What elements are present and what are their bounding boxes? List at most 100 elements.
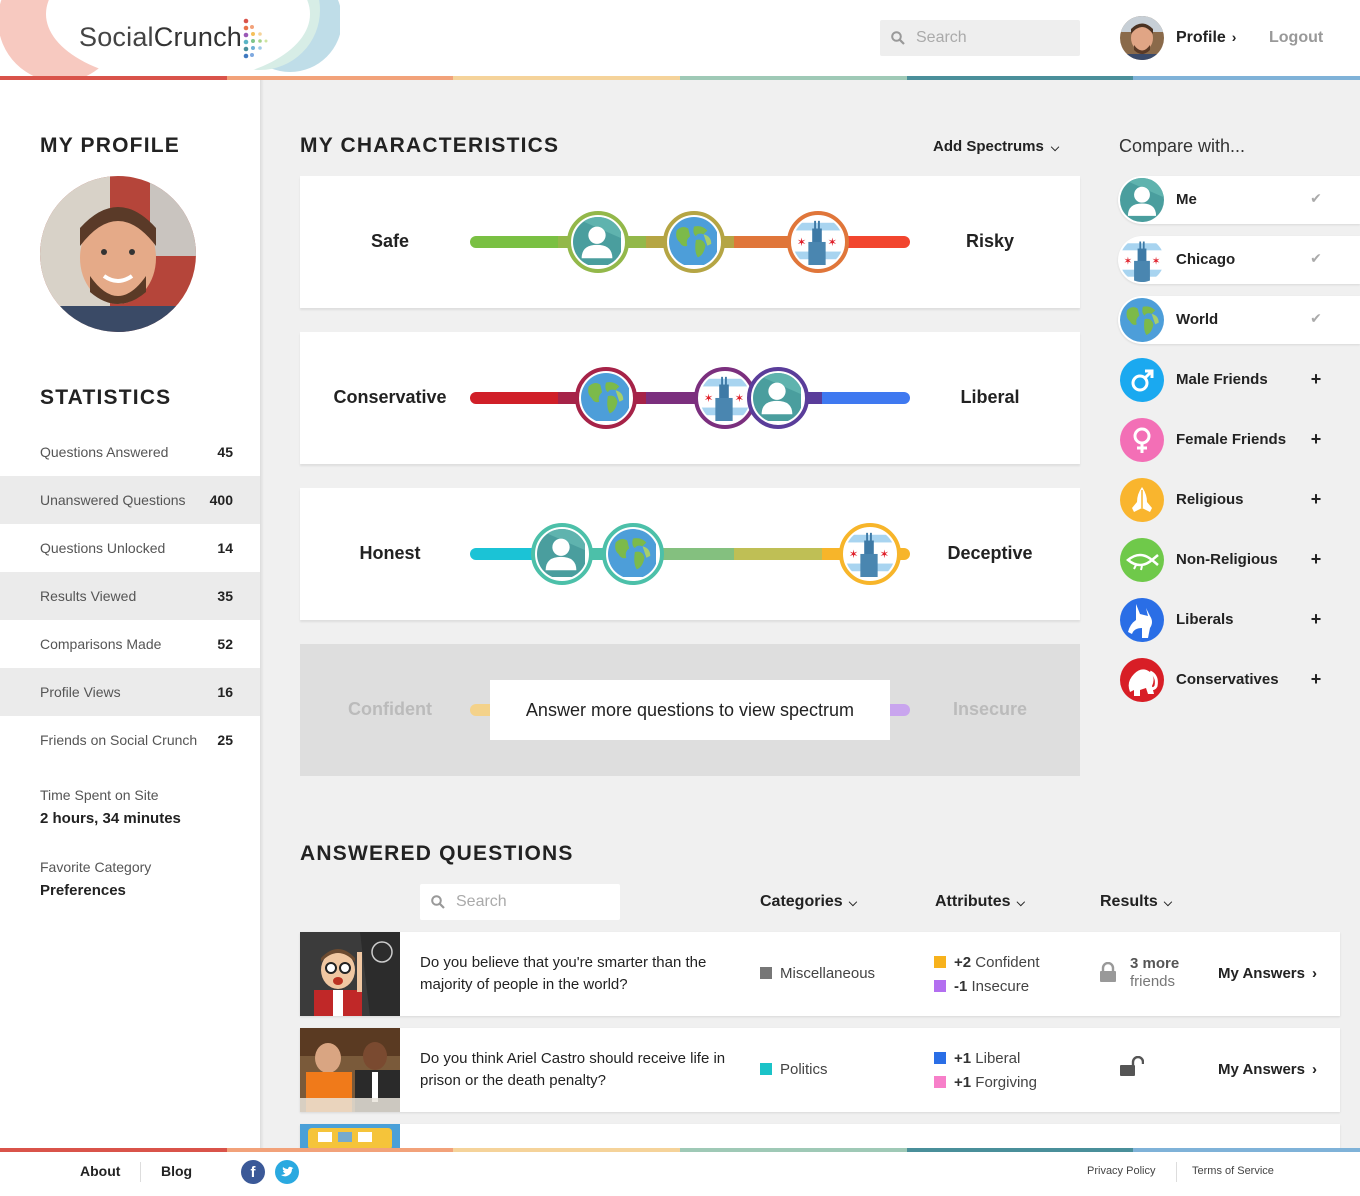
logo-dots-icon (243, 18, 268, 59)
compare-item[interactable]: Male Friends + (1118, 356, 1360, 404)
me-marker[interactable] (747, 367, 809, 429)
results-filter[interactable]: Results ⌵ (1100, 893, 1172, 911)
user-icon (572, 217, 623, 267)
rainbow-segment (1133, 1148, 1360, 1152)
lock-icon (1100, 962, 1116, 982)
chevron-down-icon: ⌵ (1050, 142, 1060, 154)
questions-search-input[interactable]: Search (420, 884, 620, 920)
compare-item-label: Female Friends (1176, 431, 1287, 448)
characteristics-heading: MY CHARACTERISTICS (300, 134, 560, 157)
about-link[interactable]: About (80, 1163, 120, 1179)
stat-label: Friends on Social Crunch (40, 732, 198, 748)
compare-item[interactable]: Religious + (1118, 476, 1360, 524)
svg-text:✶: ✶ (796, 235, 806, 249)
me-marker[interactable] (566, 211, 629, 273)
chicago-marker[interactable]: ✶ ✶ (839, 523, 902, 585)
filter-label: Categories (760, 893, 843, 910)
blog-link[interactable]: Blog (161, 1163, 192, 1179)
spectrum-right-label: Insecure (952, 699, 1028, 719)
plus-icon[interactable]: + (1308, 669, 1324, 689)
svg-text:✶: ✶ (1152, 255, 1161, 267)
compare-item[interactable]: Non-Religious + (1118, 536, 1360, 584)
globe-icon (669, 217, 719, 267)
question-thumbnail (300, 932, 400, 1016)
attribute-delta: +1 (954, 1074, 972, 1091)
search-icon (431, 895, 445, 909)
attribute-swatch (934, 1076, 946, 1088)
chevron-right-icon: › (1311, 1061, 1317, 1078)
plus-icon[interactable]: + (1308, 609, 1324, 629)
attribute-delta: -1 (954, 978, 968, 995)
spectrum-left-label: Conservative (333, 387, 447, 407)
question-attribute: +2 Confident (934, 954, 1040, 971)
stat-row: Questions Answered 45 (0, 428, 260, 476)
my-answers-link[interactable]: My Answers › (1218, 1061, 1317, 1078)
facebook-icon[interactable]: f (241, 1160, 265, 1184)
world-marker[interactable] (601, 523, 664, 585)
compare-item[interactable]: World ✔ (1118, 296, 1360, 344)
plus-icon[interactable]: + (1308, 549, 1324, 569)
logout-link[interactable]: Logout (1269, 29, 1323, 47)
attribute-swatch (934, 956, 946, 968)
user-icon (753, 373, 803, 423)
logo-text-crunch: Crunch (153, 22, 242, 52)
terms-of-service-link[interactable]: Terms of Service (1192, 1165, 1274, 1177)
plus-icon[interactable]: + (1308, 369, 1324, 389)
question-row[interactable]: Do you believe that you're smarter than … (300, 932, 1340, 1016)
svg-text:✶: ✶ (880, 547, 890, 561)
checkmark-icon[interactable]: ✔ (1308, 250, 1324, 270)
male-icon (1120, 358, 1164, 402)
checkmark-icon[interactable]: ✔ (1308, 190, 1324, 210)
chicago-marker[interactable]: ✶ ✶ (786, 211, 849, 273)
world-marker[interactable] (575, 367, 638, 429)
categories-filter[interactable]: Categories ⌵ (760, 893, 857, 911)
compare-item[interactable]: Conservatives + (1118, 656, 1360, 704)
logo-text-social: Social (79, 22, 154, 52)
world-marker[interactable] (663, 211, 726, 273)
locked-spectrum-card: Confident Insecure Answer more questions… (300, 644, 1080, 776)
globe-icon (607, 529, 658, 579)
logo[interactable]: SocialCrunch (79, 22, 242, 53)
statistics-heading: STATISTICS (40, 386, 172, 409)
stat-value: 14 (217, 540, 233, 556)
locked-result-text[interactable]: 3 more friends (1130, 955, 1179, 991)
question-row[interactable]: Do you think Ariel Castro should receive… (300, 1028, 1340, 1112)
compare-item[interactable]: ✶ ✶ Chicago ✔ (1118, 236, 1360, 284)
me-marker[interactable] (531, 523, 594, 585)
compare-item[interactable]: Me ✔ (1118, 176, 1360, 224)
rainbow-segment (906, 76, 1134, 80)
globe-icon (1120, 298, 1164, 342)
globe-icon (581, 373, 631, 423)
twitter-icon[interactable] (275, 1160, 299, 1184)
attribute-name: Liberal (975, 1050, 1021, 1067)
header-avatar[interactable] (1120, 16, 1164, 60)
praying-hands-icon (1120, 478, 1164, 522)
twitter-bird-glyph (281, 1166, 294, 1177)
compare-item[interactable]: Liberals + (1118, 596, 1360, 644)
filter-label: Results (1100, 893, 1158, 910)
chicago-flag-icon: ✶ ✶ (700, 373, 750, 423)
compare-item-label: Me (1176, 191, 1197, 208)
time-spent-label: Time Spent on Site (40, 787, 159, 803)
profile-link[interactable]: Profile › (1176, 29, 1236, 47)
chicago-flag-icon: ✶ ✶ (1120, 238, 1164, 282)
unlocked-icon[interactable] (1120, 1056, 1144, 1078)
plus-icon[interactable]: + (1308, 489, 1324, 509)
attribute-delta: +2 (954, 954, 972, 971)
attributes-filter[interactable]: Attributes ⌵ (935, 893, 1025, 911)
question-text[interactable]: Do you believe that you're smarter than … (420, 952, 730, 996)
spectrum-left-label: Confident (348, 699, 432, 719)
my-profile-heading: MY PROFILE (40, 134, 180, 157)
question-attribute: -1 Insecure (934, 978, 1029, 995)
plus-icon[interactable]: + (1308, 429, 1324, 449)
compare-item[interactable]: Female Friends + (1118, 416, 1360, 464)
sidebar-shadow (260, 80, 264, 1148)
privacy-policy-link[interactable]: Privacy Policy (1087, 1165, 1155, 1177)
add-spectrums-dropdown[interactable]: Add Spectrums ⌵ (933, 138, 1059, 155)
header-search-input[interactable]: Search (880, 20, 1080, 56)
locked-spectrum-message[interactable]: Answer more questions to view spectrum (490, 680, 890, 740)
my-answers-link[interactable]: My Answers › (1218, 965, 1317, 982)
checkmark-icon[interactable]: ✔ (1308, 310, 1324, 330)
question-text[interactable]: Do you think Ariel Castro should receive… (420, 1048, 730, 1092)
attribute-swatch (934, 980, 946, 992)
